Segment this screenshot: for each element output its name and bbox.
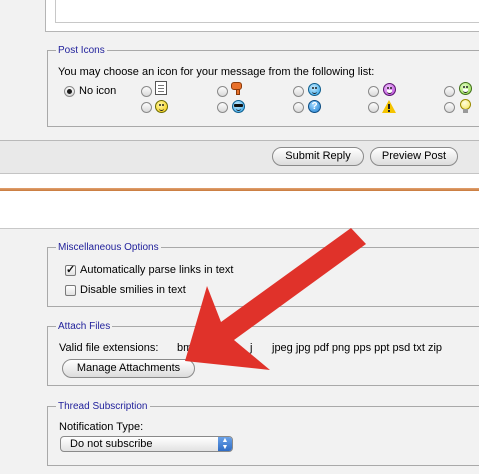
- radio-icon-thumbs-down[interactable]: [217, 86, 228, 97]
- disable-smilies-label: Disable smilies in text: [80, 284, 186, 296]
- message-editor[interactable]: [45, 0, 479, 32]
- radio-icon-grin-green[interactable]: [444, 86, 455, 97]
- radio-no-icon[interactable]: [64, 86, 75, 97]
- document-icon: [155, 81, 167, 95]
- extensions-rest: jpeg jpg pdf png pps ppt psd txt zip: [272, 342, 443, 354]
- smile-wink-icon: [308, 83, 321, 96]
- smile-icon: [155, 100, 168, 113]
- thread-subscription-legend: Thread Subscription: [56, 400, 150, 413]
- preview-post-button[interactable]: Preview Post: [370, 147, 458, 166]
- notification-type-label: Notification Type:: [59, 421, 144, 433]
- extensions-start: bm: [177, 342, 193, 354]
- cool-sunglasses-icon: [232, 100, 245, 113]
- notification-type-select[interactable]: Do not subscribe ▲ ▼: [60, 436, 233, 452]
- section-separator: [0, 188, 479, 191]
- post-icons-legend: Post Icons: [56, 44, 107, 57]
- grin-green-icon: [459, 82, 472, 95]
- disable-smilies-checkbox[interactable]: [65, 285, 76, 296]
- radio-icon-document[interactable]: [141, 86, 152, 97]
- misc-options-fieldset: Miscellaneous Options: [47, 241, 479, 307]
- question-icon: ?: [308, 100, 321, 113]
- radio-icon-grin-purple[interactable]: [368, 86, 379, 97]
- radio-icon-question[interactable]: [293, 102, 304, 113]
- submit-reply-button[interactable]: Submit Reply: [272, 147, 364, 166]
- parse-links-label: Automatically parse links in text: [80, 264, 234, 276]
- post-icons-instruction: You may choose an icon for your message …: [58, 66, 375, 78]
- extensions-mid: g: [232, 342, 239, 354]
- radio-icon-warning[interactable]: [368, 102, 379, 113]
- attach-files-legend: Attach Files: [56, 320, 113, 333]
- select-arrows-icon: ▲ ▼: [218, 437, 232, 451]
- radio-icon-smile[interactable]: [141, 102, 152, 113]
- manage-attachments-button[interactable]: Manage Attachments: [62, 359, 195, 378]
- radio-icon-lightbulb[interactable]: [444, 102, 455, 113]
- no-icon-label: No icon: [79, 85, 117, 97]
- extensions-mid2: j: [250, 342, 253, 354]
- thumbs-down-icon: [231, 82, 245, 96]
- extensions-label: Valid file extensions:: [59, 342, 159, 354]
- radio-icon-cool[interactable]: [217, 102, 228, 113]
- notification-type-value: Do not subscribe: [70, 438, 153, 450]
- parse-links-checkbox[interactable]: [65, 263, 76, 276]
- misc-options-legend: Miscellaneous Options: [56, 241, 161, 254]
- radio-icon-smile-wink[interactable]: [293, 86, 304, 97]
- grin-purple-icon: [383, 83, 396, 96]
